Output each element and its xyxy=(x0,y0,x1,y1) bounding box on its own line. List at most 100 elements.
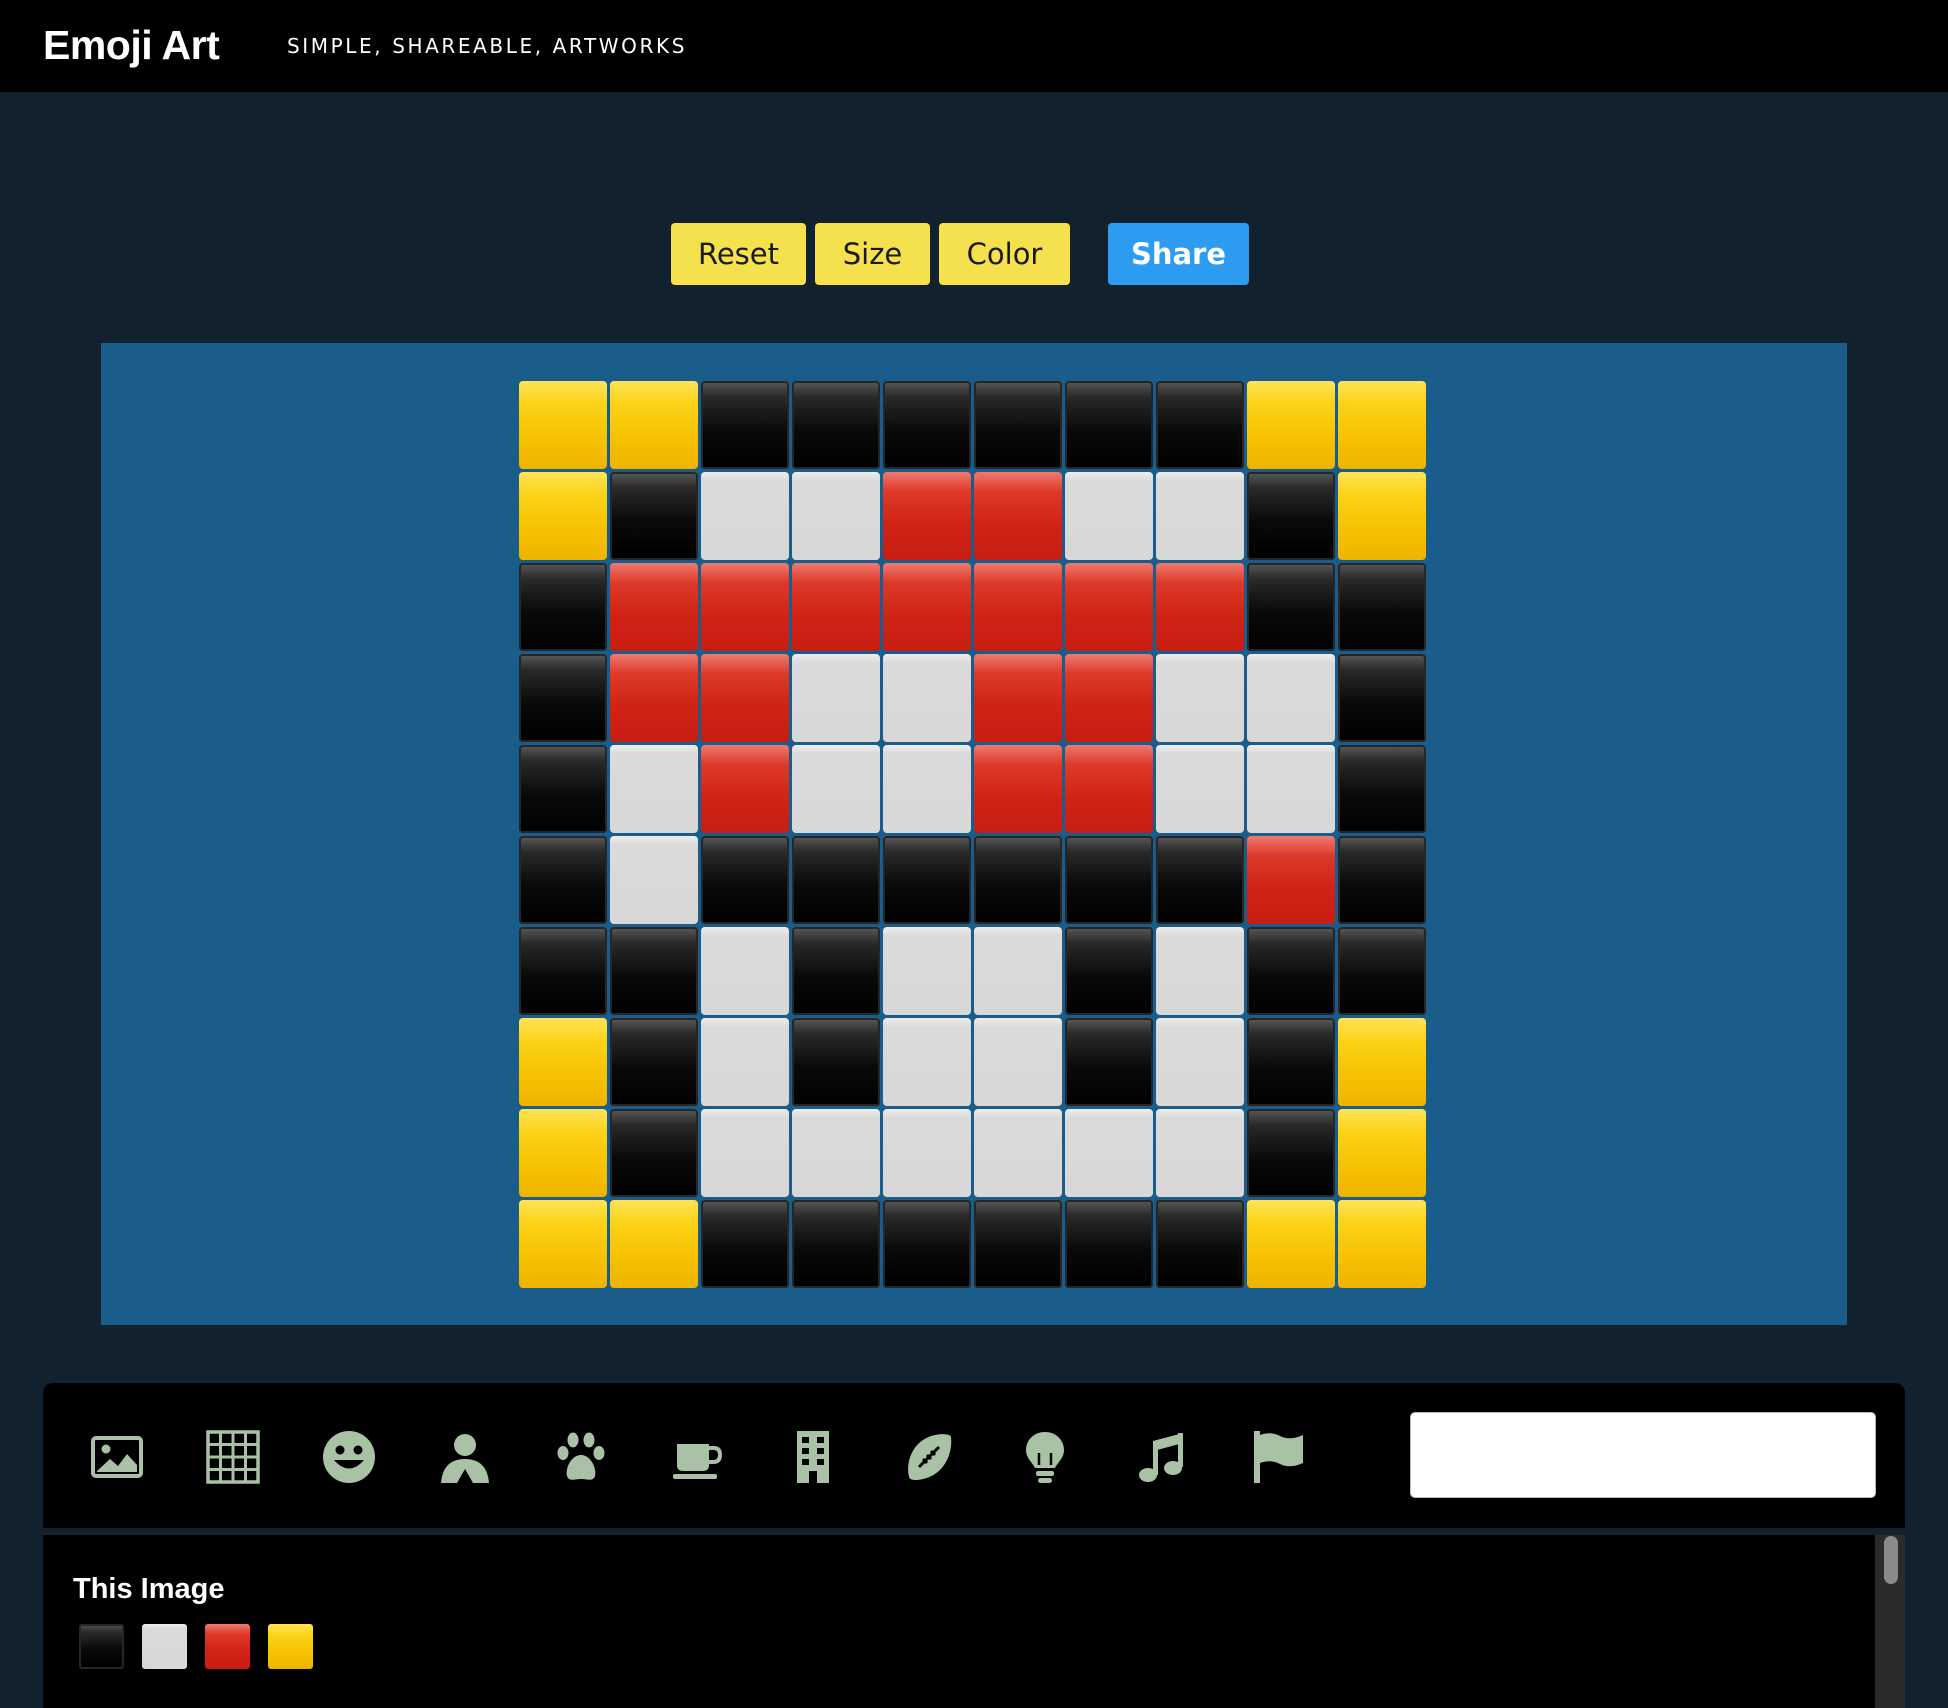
emoji-cell-red-square[interactable] xyxy=(974,654,1062,742)
emoji-cell-black-large-square[interactable] xyxy=(1247,1109,1335,1197)
emoji-cell-white-large-square[interactable] xyxy=(883,927,971,1015)
emoji-cell-white-large-square[interactable] xyxy=(1247,654,1335,742)
emoji-cell-red-square[interactable] xyxy=(701,745,789,833)
emoji-cell-white-large-square[interactable] xyxy=(701,1109,789,1197)
scrollbar-thumb[interactable] xyxy=(1884,1536,1898,1584)
football-icon[interactable] xyxy=(901,1429,957,1485)
emoji-cell-black-large-square[interactable] xyxy=(883,836,971,924)
emoji-cell-black-large-square[interactable] xyxy=(519,836,607,924)
brand-logo[interactable]: Emoji Art xyxy=(43,22,220,69)
emoji-cell-black-large-square[interactable] xyxy=(610,927,698,1015)
emoji-cell-black-large-square[interactable] xyxy=(1156,836,1244,924)
color-button[interactable]: Color xyxy=(939,223,1070,285)
swatch-black-large-square[interactable] xyxy=(79,1624,124,1669)
emoji-cell-black-large-square[interactable] xyxy=(519,654,607,742)
emoji-cell-black-large-square[interactable] xyxy=(1247,927,1335,1015)
emoji-cell-red-square[interactable] xyxy=(1156,563,1244,651)
emoji-cell-yellow-square[interactable] xyxy=(1338,472,1426,560)
emoji-cell-black-large-square[interactable] xyxy=(1065,927,1153,1015)
emoji-cell-black-large-square[interactable] xyxy=(519,563,607,651)
emoji-cell-white-large-square[interactable] xyxy=(1065,1109,1153,1197)
emoji-cell-black-large-square[interactable] xyxy=(701,836,789,924)
emoji-cell-yellow-square[interactable] xyxy=(1247,1200,1335,1288)
emoji-cell-black-large-square[interactable] xyxy=(1156,1200,1244,1288)
emoji-cell-yellow-square[interactable] xyxy=(1338,1109,1426,1197)
emoji-cell-white-large-square[interactable] xyxy=(883,654,971,742)
emoji-cell-black-large-square[interactable] xyxy=(519,927,607,1015)
emoji-cell-red-square[interactable] xyxy=(610,654,698,742)
emoji-cell-red-square[interactable] xyxy=(701,654,789,742)
emoji-cell-white-large-square[interactable] xyxy=(974,927,1062,1015)
emoji-cell-white-large-square[interactable] xyxy=(792,1109,880,1197)
emoji-cell-white-large-square[interactable] xyxy=(1065,472,1153,560)
emoji-cell-black-large-square[interactable] xyxy=(974,836,1062,924)
emoji-cell-black-large-square[interactable] xyxy=(1065,381,1153,469)
emoji-cell-black-large-square[interactable] xyxy=(610,1018,698,1106)
emoji-cell-black-large-square[interactable] xyxy=(792,1200,880,1288)
emoji-cell-black-large-square[interactable] xyxy=(701,381,789,469)
emoji-cell-white-large-square[interactable] xyxy=(701,1018,789,1106)
emoji-cell-yellow-square[interactable] xyxy=(519,1200,607,1288)
emoji-cell-yellow-square[interactable] xyxy=(1247,381,1335,469)
emoji-cell-yellow-square[interactable] xyxy=(610,381,698,469)
emoji-cell-black-large-square[interactable] xyxy=(1065,1200,1153,1288)
emoji-cell-white-large-square[interactable] xyxy=(974,1109,1062,1197)
emoji-cell-white-large-square[interactable] xyxy=(701,472,789,560)
person-icon[interactable] xyxy=(437,1429,493,1485)
emoji-cell-white-large-square[interactable] xyxy=(883,745,971,833)
music-icon[interactable] xyxy=(1133,1429,1189,1485)
emoji-cell-red-square[interactable] xyxy=(610,563,698,651)
swatch-white-large-square[interactable] xyxy=(142,1624,187,1669)
emoji-cell-white-large-square[interactable] xyxy=(1156,654,1244,742)
emoji-cell-white-large-square[interactable] xyxy=(1156,745,1244,833)
emoji-cell-black-large-square[interactable] xyxy=(1338,654,1426,742)
emoji-cell-yellow-square[interactable] xyxy=(1338,381,1426,469)
emoji-cell-red-square[interactable] xyxy=(701,563,789,651)
emoji-search-input[interactable] xyxy=(1410,1412,1876,1498)
share-button[interactable]: Share xyxy=(1108,223,1249,285)
emoji-cell-white-large-square[interactable] xyxy=(792,745,880,833)
emoji-cell-black-large-square[interactable] xyxy=(1065,1018,1153,1106)
emoji-cell-black-large-square[interactable] xyxy=(792,1018,880,1106)
emoji-cell-yellow-square[interactable] xyxy=(1338,1018,1426,1106)
emoji-cell-black-large-square[interactable] xyxy=(974,1200,1062,1288)
emoji-cell-black-large-square[interactable] xyxy=(1247,563,1335,651)
emoji-cell-white-large-square[interactable] xyxy=(883,1109,971,1197)
emoji-cell-black-large-square[interactable] xyxy=(792,927,880,1015)
emoji-cell-red-square[interactable] xyxy=(1065,745,1153,833)
emoji-cell-black-large-square[interactable] xyxy=(792,836,880,924)
image-icon[interactable] xyxy=(89,1429,145,1485)
emoji-cell-black-large-square[interactable] xyxy=(701,1200,789,1288)
emoji-cell-black-large-square[interactable] xyxy=(519,745,607,833)
emoji-cell-black-large-square[interactable] xyxy=(974,381,1062,469)
emoji-cell-black-large-square[interactable] xyxy=(1338,836,1426,924)
emoji-cell-red-square[interactable] xyxy=(974,563,1062,651)
emoji-cell-red-square[interactable] xyxy=(1065,654,1153,742)
emoji-cell-white-large-square[interactable] xyxy=(974,1018,1062,1106)
emoji-cell-yellow-square[interactable] xyxy=(519,1018,607,1106)
emoji-cell-black-large-square[interactable] xyxy=(1338,927,1426,1015)
emoji-cell-white-large-square[interactable] xyxy=(610,836,698,924)
emoji-cell-white-large-square[interactable] xyxy=(610,745,698,833)
emoji-cell-black-large-square[interactable] xyxy=(610,472,698,560)
emoji-cell-white-large-square[interactable] xyxy=(701,927,789,1015)
smiley-icon[interactable] xyxy=(321,1429,377,1485)
emoji-cell-yellow-square[interactable] xyxy=(519,1109,607,1197)
paw-icon[interactable] xyxy=(553,1429,609,1485)
emoji-cell-white-large-square[interactable] xyxy=(883,1018,971,1106)
reset-button[interactable]: Reset xyxy=(671,223,806,285)
building-icon[interactable] xyxy=(785,1429,841,1485)
emoji-cell-white-large-square[interactable] xyxy=(1156,1109,1244,1197)
emoji-cell-black-large-square[interactable] xyxy=(1338,745,1426,833)
emoji-cell-white-large-square[interactable] xyxy=(1156,927,1244,1015)
size-button[interactable]: Size xyxy=(815,223,930,285)
scrollbar[interactable] xyxy=(1875,1535,1905,1708)
emoji-cell-black-large-square[interactable] xyxy=(792,381,880,469)
emoji-cell-black-large-square[interactable] xyxy=(610,1109,698,1197)
emoji-cell-yellow-square[interactable] xyxy=(1338,1200,1426,1288)
emoji-cell-red-square[interactable] xyxy=(883,472,971,560)
emoji-cell-black-large-square[interactable] xyxy=(1338,563,1426,651)
emoji-cell-black-large-square[interactable] xyxy=(1247,1018,1335,1106)
emoji-cell-white-large-square[interactable] xyxy=(1247,745,1335,833)
emoji-cell-black-large-square[interactable] xyxy=(1247,472,1335,560)
